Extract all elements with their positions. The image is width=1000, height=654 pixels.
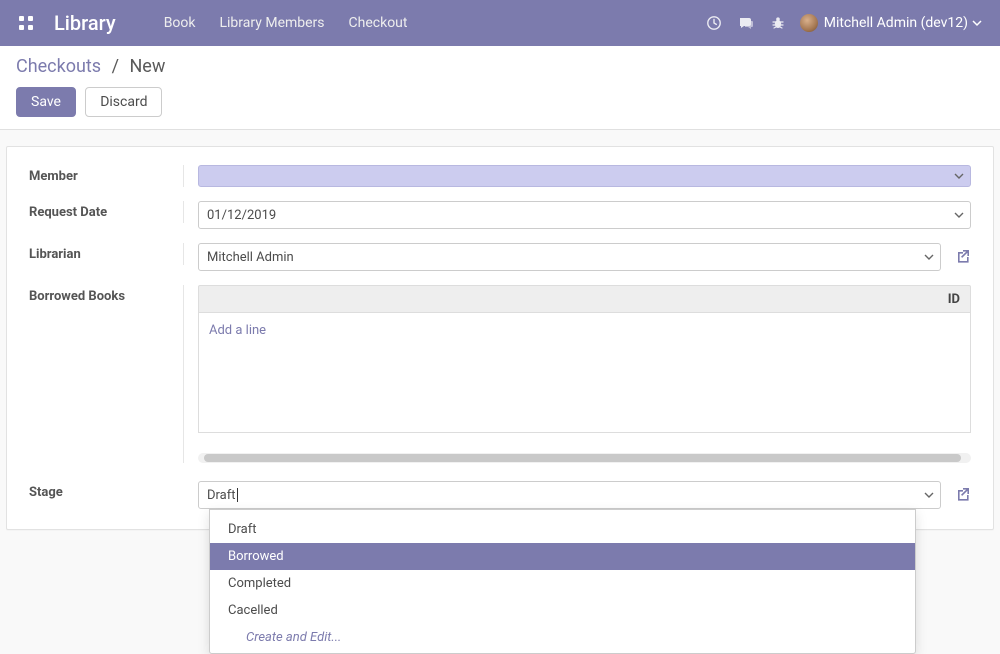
- text-cursor: [237, 488, 238, 502]
- chevron-down-icon: [954, 210, 964, 220]
- label-borrowed-books: Borrowed Books: [29, 285, 184, 463]
- stage-value: Draft: [207, 488, 236, 503]
- stage-option-borrowed[interactable]: Borrowed: [210, 543, 915, 570]
- breadcrumb-sep: /: [112, 56, 119, 77]
- librarian-input[interactable]: Mitchell Admin: [198, 243, 941, 271]
- stage-option-draft[interactable]: Draft: [210, 516, 915, 543]
- save-button[interactable]: Save: [16, 87, 76, 117]
- stage-option-completed[interactable]: Completed: [210, 570, 915, 597]
- row-librarian: Librarian Mitchell Admin: [29, 243, 971, 271]
- stage-option-cancelled[interactable]: Cacelled: [210, 597, 915, 624]
- chat-icon[interactable]: [738, 15, 754, 31]
- breadcrumb-current: New: [129, 56, 165, 77]
- menu-item-checkout[interactable]: Checkout: [349, 15, 408, 31]
- chevron-down-icon: [924, 490, 934, 500]
- list-header: ID: [198, 285, 971, 313]
- add-a-line[interactable]: Add a line: [209, 319, 960, 342]
- row-borrowed-books: Borrowed Books ID Add a line: [29, 285, 971, 463]
- breadcrumb: Checkouts / New: [16, 56, 984, 77]
- label-stage: Stage: [29, 481, 184, 503]
- row-request-date: Request Date 01/12/2019: [29, 201, 971, 229]
- member-input[interactable]: [198, 165, 971, 187]
- form-sheet: Member Request Date 01/12/2019: [6, 146, 994, 530]
- list-body: Add a line: [198, 313, 971, 409]
- request-date-value: 01/12/2019: [207, 208, 276, 223]
- chevron-down-icon: [972, 18, 982, 28]
- scrollbar-thumb[interactable]: [204, 454, 961, 462]
- stage-input[interactable]: Draft: [198, 481, 941, 509]
- discard-button[interactable]: Discard: [85, 87, 162, 117]
- chevron-down-icon: [954, 171, 964, 181]
- app-title[interactable]: Library: [54, 11, 116, 35]
- navbar: Library Book Library Members Checkout Mi…: [0, 0, 1000, 46]
- request-date-input[interactable]: 01/12/2019: [198, 201, 971, 229]
- menu-item-book[interactable]: Book: [164, 15, 196, 31]
- user-label: Mitchell Admin (dev12): [824, 15, 968, 31]
- column-id[interactable]: ID: [948, 292, 960, 307]
- external-link-icon[interactable]: [953, 486, 971, 504]
- row-stage: Stage Draft Draft Borrowed Completed Cac…: [29, 481, 971, 509]
- sheet-background: Member Request Date 01/12/2019: [0, 130, 1000, 554]
- list-footer: [198, 409, 971, 433]
- breadcrumb-root[interactable]: Checkouts: [16, 56, 101, 77]
- label-request-date: Request Date: [29, 201, 184, 223]
- stage-create-and-edit[interactable]: Create and Edit...: [210, 624, 915, 653]
- clock-icon[interactable]: [706, 15, 722, 31]
- label-librarian: Librarian: [29, 243, 184, 265]
- label-member: Member: [29, 165, 184, 187]
- avatar: [800, 14, 818, 32]
- external-link-icon[interactable]: [953, 248, 971, 266]
- apps-icon[interactable]: [18, 15, 34, 31]
- bug-icon[interactable]: [770, 15, 786, 31]
- stage-dropdown: Draft Borrowed Completed Cacelled Create…: [209, 509, 916, 654]
- menu-item-library-members[interactable]: Library Members: [219, 15, 324, 31]
- control-panel: Checkouts / New Save Discard: [0, 46, 1000, 130]
- chevron-down-icon: [924, 252, 934, 262]
- librarian-value: Mitchell Admin: [207, 250, 294, 265]
- row-member: Member: [29, 165, 971, 187]
- scrollbar[interactable]: [198, 453, 971, 463]
- user-menu[interactable]: Mitchell Admin (dev12): [800, 14, 982, 32]
